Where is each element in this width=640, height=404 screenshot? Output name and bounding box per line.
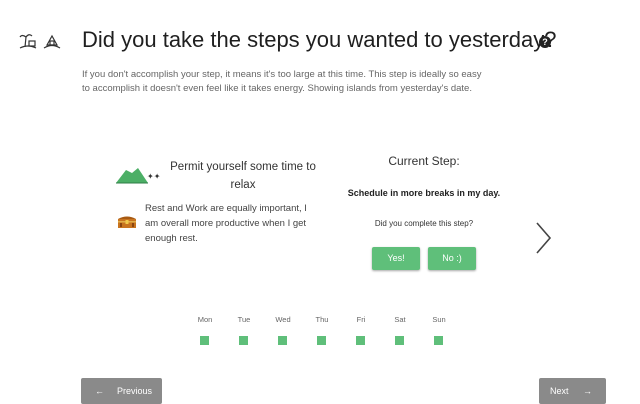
arrow-left-icon: ← [95,386,104,396]
page-title: Did you take the steps you wanted to yes… [82,27,557,52]
day-indicator [200,336,209,345]
sparkle-icon: ✦✦ [147,172,161,181]
goal-title: Permit yourself some time to relax [170,161,316,191]
day-indicator [278,336,287,345]
current-step-label: Current Step: [388,154,460,168]
green-island-icon [116,168,148,184]
no-button[interactable]: No :) [428,247,476,270]
next-button[interactable]: Next → [539,378,606,404]
day-indicator [356,336,365,345]
day-label: Tue [237,315,251,324]
day-indicator [317,336,326,345]
day-label: Fri [356,315,366,324]
day-label: Sat [394,315,406,324]
island-house-icon [43,34,61,49]
day-label: Wed [275,315,291,324]
day-indicator [395,336,404,345]
day-label: Sun [432,315,446,324]
next-label: Next [550,386,569,396]
previous-label: Previous [117,386,153,396]
page-description: If you don't accomplish your step, it me… [82,69,482,94]
arrow-right-icon: → [583,386,592,396]
treasure-chest-icon [118,216,136,228]
help-icon[interactable]: ? [539,36,551,48]
next-island-arrow-icon[interactable] [533,221,553,255]
day-label: Mon [197,315,213,324]
day-indicator [434,336,443,345]
yes-button[interactable]: Yes! [372,247,420,270]
day-label: Thu [315,315,329,324]
island-palm-icon [19,34,37,49]
current-step-text: Schedule in more breaks in my day. [347,188,501,198]
previous-button[interactable]: ← Previous [81,378,162,404]
header-icons [18,30,62,50]
goal-description: Rest and Work are equally important, I a… [145,203,307,244]
day-indicator [239,336,248,345]
completion-question: Did you complete this step? [374,219,474,228]
